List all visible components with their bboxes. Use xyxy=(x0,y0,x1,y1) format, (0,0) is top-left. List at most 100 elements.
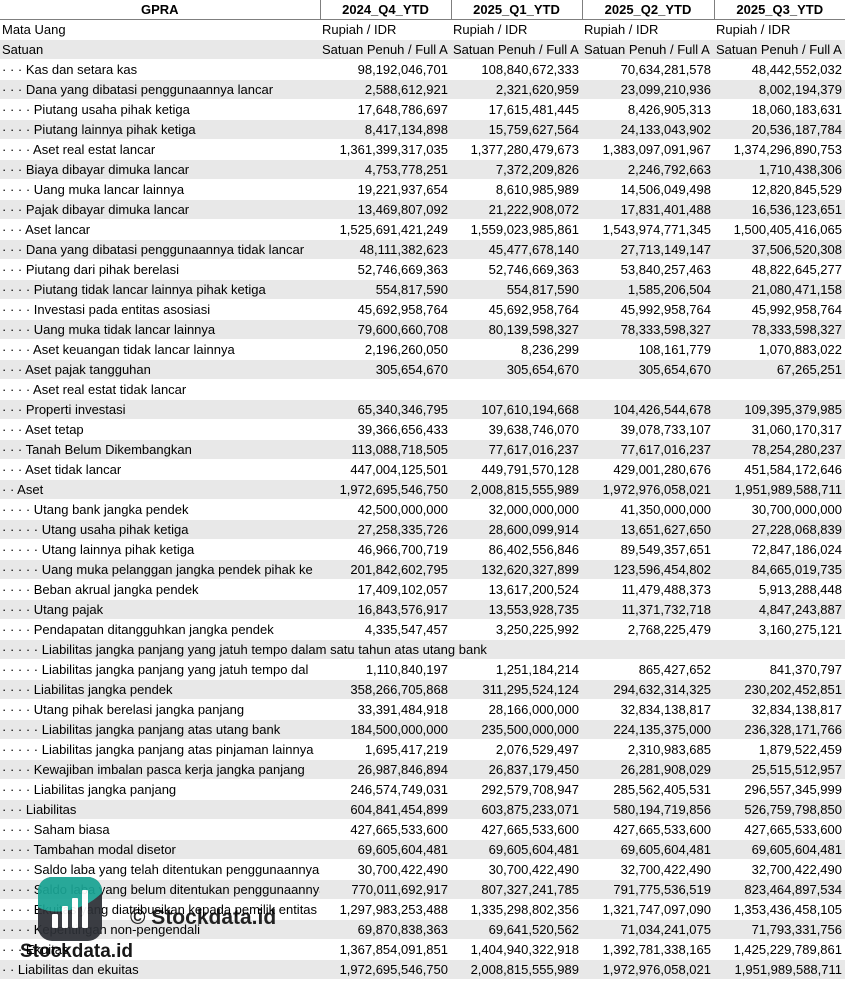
cell-value[interactable]: 32,700,422,490 xyxy=(582,859,714,880)
row-label[interactable]: · · · · · Liabilitas jangka panjang yang… xyxy=(0,639,845,660)
row-label[interactable]: · · · · Kewajiban imbalan pasca kerja ja… xyxy=(0,759,320,780)
cell-value[interactable]: Satuan Penuh / Full A xyxy=(320,39,451,60)
cell-value[interactable]: 69,605,604,481 xyxy=(451,839,582,860)
row-label[interactable]: · · · · Piutang lainnya pihak ketiga xyxy=(0,119,320,140)
cell-value[interactable]: 427,665,533,600 xyxy=(320,819,451,840)
cell-value[interactable]: 78,254,280,237 xyxy=(714,439,845,460)
cell-value[interactable]: 2,008,815,555,989 xyxy=(451,479,582,500)
cell-value[interactable]: 27,228,068,839 xyxy=(714,519,845,540)
cell-value[interactable]: 305,654,670 xyxy=(451,359,582,380)
row-label[interactable]: · · · · Utang pihak berelasi jangka panj… xyxy=(0,699,320,720)
cell-value[interactable]: 823,464,897,534 xyxy=(714,879,845,900)
cell-value[interactable]: 201,842,602,795 xyxy=(320,559,451,580)
cell-value[interactable]: 1,695,417,219 xyxy=(320,739,451,760)
cell-value[interactable]: 1,972,695,546,750 xyxy=(320,959,451,980)
cell-value[interactable]: 72,847,186,024 xyxy=(714,539,845,560)
cell-value[interactable]: 98,192,046,701 xyxy=(320,59,451,80)
cell-value[interactable]: 2,196,260,050 xyxy=(320,339,451,360)
cell-value[interactable]: 109,395,379,985 xyxy=(714,399,845,420)
cell-value[interactable]: 69,641,520,562 xyxy=(451,919,582,940)
cell-value[interactable]: 2,588,612,921 xyxy=(320,79,451,100)
cell-value[interactable]: 17,648,786,697 xyxy=(320,99,451,120)
cell-value[interactable]: 791,775,536,519 xyxy=(582,879,714,900)
cell-value[interactable]: 108,840,672,333 xyxy=(451,59,582,80)
cell-value[interactable]: 2,310,983,685 xyxy=(582,739,714,760)
cell-value[interactable]: 1,392,781,338,165 xyxy=(582,939,714,960)
cell-value[interactable]: 17,831,401,488 xyxy=(582,199,714,220)
cell-value[interactable]: 1,425,229,789,861 xyxy=(714,939,845,960)
cell-value[interactable]: 123,596,454,802 xyxy=(582,559,714,580)
cell-value[interactable]: 39,638,746,070 xyxy=(451,419,582,440)
cell-value[interactable]: 78,333,598,327 xyxy=(582,319,714,340)
cell-value[interactable]: 13,651,627,650 xyxy=(582,519,714,540)
cell-value[interactable]: 71,034,241,075 xyxy=(582,919,714,940)
cell-value[interactable]: 1,710,438,306 xyxy=(714,159,845,180)
cell-value[interactable]: 27,713,149,147 xyxy=(582,239,714,260)
cell-value[interactable]: 1,500,405,416,065 xyxy=(714,219,845,240)
cell-value[interactable]: 48,822,645,277 xyxy=(714,259,845,280)
cell-value[interactable]: 30,700,000,000 xyxy=(714,499,845,520)
cell-value[interactable]: 107,610,194,668 xyxy=(451,399,582,420)
row-label[interactable]: · · · · Aset keuangan tidak lancar lainn… xyxy=(0,339,320,360)
cell-value[interactable]: 69,605,604,481 xyxy=(582,839,714,860)
cell-value[interactable]: 447,004,125,501 xyxy=(320,459,451,480)
cell-value[interactable]: 235,500,000,000 xyxy=(451,719,582,740)
cell-value[interactable]: 8,417,134,898 xyxy=(320,119,451,140)
cell-value[interactable]: 71,793,331,756 xyxy=(714,919,845,940)
cell-value[interactable]: 1,972,695,546,750 xyxy=(320,479,451,500)
cell-value[interactable]: 69,605,604,481 xyxy=(714,839,845,860)
cell-value[interactable]: 807,327,241,785 xyxy=(451,879,582,900)
cell-value[interactable]: 84,665,019,735 xyxy=(714,559,845,580)
cell-value[interactable]: 46,966,700,719 xyxy=(320,539,451,560)
row-label[interactable]: · · · Biaya dibayar dimuka lancar xyxy=(0,159,320,180)
cell-value[interactable]: 132,620,327,899 xyxy=(451,559,582,580)
cell-value[interactable]: 19,221,937,654 xyxy=(320,179,451,200)
row-label[interactable]: · · · · Uang muka lancar lainnya xyxy=(0,179,320,200)
cell-value[interactable]: Rupiah / IDR xyxy=(582,19,714,40)
cell-value[interactable] xyxy=(451,379,582,400)
cell-value[interactable]: 449,791,570,128 xyxy=(451,459,582,480)
cell-value[interactable]: 17,409,102,057 xyxy=(320,579,451,600)
cell-value[interactable]: 30,700,422,490 xyxy=(451,859,582,880)
cell-value[interactable]: 604,841,454,899 xyxy=(320,799,451,820)
cell-value[interactable]: 184,500,000,000 xyxy=(320,719,451,740)
cell-value[interactable]: 28,166,000,000 xyxy=(451,699,582,720)
cell-value[interactable]: 32,000,000,000 xyxy=(451,499,582,520)
row-label[interactable]: · · · · Liabilitas jangka pendek xyxy=(0,679,320,700)
cell-value[interactable]: 230,202,452,851 xyxy=(714,679,845,700)
cell-value[interactable]: 69,870,838,363 xyxy=(320,919,451,940)
cell-value[interactable]: 8,610,985,989 xyxy=(451,179,582,200)
cell-value[interactable]: 1,383,097,091,967 xyxy=(582,139,714,160)
cell-value[interactable]: 554,817,590 xyxy=(451,279,582,300)
cell-value[interactable]: 52,746,669,363 xyxy=(320,259,451,280)
cell-value[interactable]: 11,371,732,718 xyxy=(582,599,714,620)
cell-value[interactable]: 1,377,280,479,673 xyxy=(451,139,582,160)
cell-value[interactable]: 427,665,533,600 xyxy=(714,819,845,840)
cell-value[interactable]: 21,080,471,158 xyxy=(714,279,845,300)
row-label[interactable]: · · · Dana yang dibatasi penggunaannya l… xyxy=(0,79,320,100)
cell-value[interactable]: 2,008,815,555,989 xyxy=(451,959,582,980)
cell-value[interactable]: 86,402,556,846 xyxy=(451,539,582,560)
cell-value[interactable]: 48,442,552,032 xyxy=(714,59,845,80)
row-label[interactable]: · · · · Piutang usaha pihak ketiga xyxy=(0,99,320,120)
cell-value[interactable]: 311,295,524,124 xyxy=(451,679,582,700)
cell-value[interactable]: 8,002,194,379 xyxy=(714,79,845,100)
cell-value[interactable]: 580,194,719,856 xyxy=(582,799,714,820)
cell-value[interactable]: 2,321,620,959 xyxy=(451,79,582,100)
row-label[interactable]: · · · Kas dan setara kas xyxy=(0,59,320,80)
cell-value[interactable]: 67,265,251 xyxy=(714,359,845,380)
cell-value[interactable]: 358,266,705,868 xyxy=(320,679,451,700)
cell-value[interactable]: 89,549,357,651 xyxy=(582,539,714,560)
cell-value[interactable]: 1,951,989,588,711 xyxy=(714,479,845,500)
cell-value[interactable]: 32,834,138,817 xyxy=(714,699,845,720)
cell-value[interactable]: 14,506,049,498 xyxy=(582,179,714,200)
row-label[interactable]: · · · · · Liabilitas jangka panjang atas… xyxy=(0,739,320,760)
cell-value[interactable]: 224,135,375,000 xyxy=(582,719,714,740)
cell-value[interactable]: 2,076,529,497 xyxy=(451,739,582,760)
cell-value[interactable]: 33,391,484,918 xyxy=(320,699,451,720)
cell-value[interactable]: 53,840,257,463 xyxy=(582,259,714,280)
row-label[interactable]: · · · · Utang pajak xyxy=(0,599,320,620)
cell-value[interactable]: 70,634,281,578 xyxy=(582,59,714,80)
cell-value[interactable]: Rupiah / IDR xyxy=(320,19,451,40)
cell-value[interactable]: 12,820,845,529 xyxy=(714,179,845,200)
